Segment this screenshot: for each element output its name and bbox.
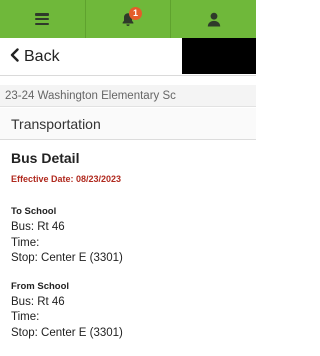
to-school-stop: Stop: Center E (3301) (11, 252, 123, 264)
notifications-button[interactable]: 1 (86, 0, 172, 38)
from-school-group: From School Bus: Rt 46 Time: Stop: Cente… (11, 281, 247, 342)
bus-detail-panel: Bus Detail Effective Date: 08/23/2023 To… (11, 150, 247, 341)
to-school-heading: To School (11, 206, 57, 217)
menu-button[interactable] (0, 0, 86, 38)
to-school-bus: Bus: Rt 46 (11, 221, 65, 233)
to-school-group: To School Bus: Rt 46 Time: Stop: Center … (11, 206, 247, 267)
effective-date: Effective Date: 08/23/2023 (11, 174, 122, 184)
back-button[interactable]: Back (10, 38, 60, 76)
profile-button[interactable] (171, 0, 256, 38)
top-toolbar: 1 (0, 0, 256, 38)
menu-icon (35, 13, 50, 25)
detail-title: Bus Detail (11, 150, 80, 166)
from-school-stop: Stop: Center E (3301) (11, 326, 123, 339)
redacted-area (182, 38, 256, 74)
to-school-time: Time: (11, 236, 40, 249)
section-title: Transportation (0, 108, 256, 140)
from-school-time: Time: (11, 311, 40, 323)
from-school-bus: Bus: Rt 46 (11, 295, 65, 308)
user-icon (207, 12, 221, 27)
from-school-heading: From School (11, 280, 70, 292)
organization-name: 23-24 Washington Elementary Sc (0, 85, 256, 107)
back-label: Back (24, 48, 60, 65)
chevron-left-icon (10, 47, 19, 67)
notification-badge: 1 (129, 7, 142, 20)
